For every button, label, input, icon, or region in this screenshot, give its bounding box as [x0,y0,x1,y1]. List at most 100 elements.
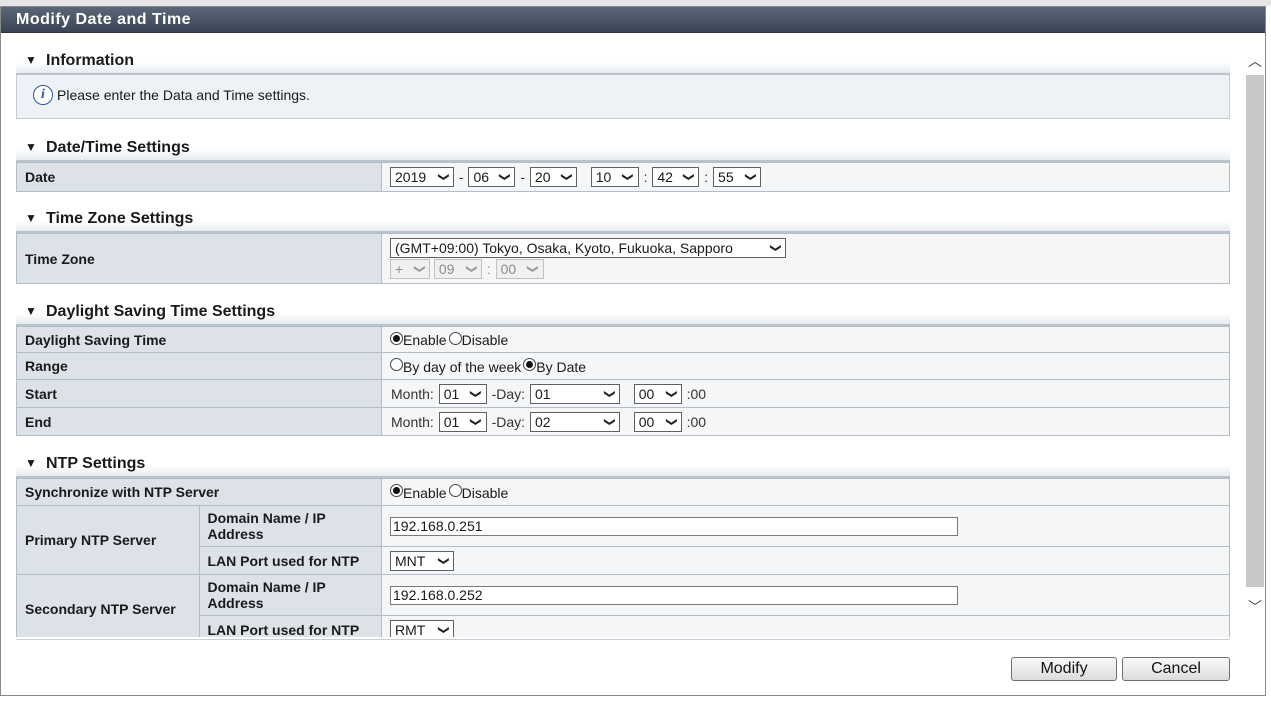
ntp-disable-label: Disable [461,484,509,501]
second-select[interactable]: 55 ❯ [713,167,762,187]
chevron-down-icon: ❯ [465,264,478,274]
start-day-select[interactable]: 01 ❯ [529,383,620,404]
range-week-radio[interactable] [390,358,403,372]
hour-value: 10 [595,169,612,185]
cancel-button[interactable]: Cancel [1122,657,1230,681]
start-day-value: 01 [534,385,551,402]
dst-value-cell: Enable Disable [381,326,1230,353]
end-day-select[interactable]: 02 ❯ [529,411,620,432]
primary-domain-row: Primary NTP Server Domain Name / IP Addr… [16,505,1230,575]
information-section: ▼ Information i Please enter the Data an… [16,49,1230,119]
chevron-down-icon: ❯ [437,555,450,566]
date-separator: - [458,169,464,185]
offset-minute-select: 00 ❯ [495,259,544,279]
triangle-down-icon: ▼ [25,304,37,318]
datetime-table: Date 2019 ❯ - 06 ❯ - 20 ❯ 10 ❯ : 42 ❯ : 55 ❯ [16,162,1230,192]
start-value-cell: Month: 01 ❯ -Day: 01 ❯ 00 ❯ :00 [381,379,1230,408]
scroll-up-icon[interactable]: ︿ [1247,53,1263,69]
month-select[interactable]: 06 ❯ [468,167,516,187]
day-select[interactable]: 20 ❯ [529,167,577,187]
end-day-value: 02 [534,413,551,430]
day-value: 20 [534,169,551,185]
dst-header[interactable]: ▼ Daylight Saving Time Settings [16,300,1230,326]
timezone-select[interactable]: (GMT+09:00) Tokyo, Osaka, Kyoto, Fukuoka… [390,238,786,258]
month-value: 06 [473,169,490,185]
chevron-down-icon: ❯ [526,264,539,274]
time-separator: : [643,169,648,185]
primary-port-value: MNT [395,552,426,569]
end-month-select[interactable]: 01 ❯ [438,411,487,432]
ntp-header[interactable]: ▼ NTP Settings [16,452,1230,478]
offset-separator: : [486,261,491,277]
chevron-down-icon: ❯ [560,172,573,182]
date-row: Date 2019 ❯ - 06 ❯ - 20 ❯ 10 ❯ : 42 ❯ : 55 ❯ [16,162,1230,192]
dst-section: ▼ Daylight Saving Time Settings Daylight… [16,300,1230,436]
chevron-down-icon: ❯ [437,172,450,182]
start-label: Start [16,379,382,408]
minute-zero-text: :00 [686,413,707,430]
timezone-header[interactable]: ▼ Time Zone Settings [16,207,1230,233]
secondary-port-select[interactable]: RMT ❯ [390,619,454,638]
dialog-content: ▼ Information i Please enter the Data an… [1,33,1245,637]
information-header[interactable]: ▼ Information [16,49,1230,75]
ntp-enable-label: Enable [403,484,447,501]
dst-end-row: End Month: 01 ❯ -Day: 02 ❯ 00 ❯ :00 [16,407,1230,436]
month-text: Month: [391,413,434,430]
secondary-address-input[interactable]: 192.168.0.252 [390,585,958,605]
chevron-down-icon: ❯ [665,388,678,399]
sync-value-cell: Enable Disable [381,478,1230,506]
info-message: Please enter the Data and Time settings. [57,87,310,103]
triangle-down-icon: ▼ [25,140,37,154]
section-title: Daylight Saving Time Settings [46,303,276,320]
datetime-header[interactable]: ▼ Date/Time Settings [16,136,1230,162]
scrollbar-thumb[interactable] [1246,75,1264,587]
ntp-disable-radio[interactable] [448,484,462,498]
dst-enable-label: Enable [403,332,447,349]
dialog-title: Modify Date and Time [1,7,1265,33]
chevron-down-icon: ❯ [413,264,426,274]
time-separator: : [704,169,709,185]
primary-port-select[interactable]: MNT ❯ [390,550,454,571]
triangle-down-icon: ▼ [25,211,37,225]
timezone-value-cell: (GMT+09:00) Tokyo, Osaka, Kyoto, Fukuoka… [381,233,1230,284]
dst-label: Daylight Saving Time [16,326,382,353]
section-title: Time Zone Settings [46,210,194,227]
ntp-sync-row: Synchronize with NTP Server Enable Disabl… [16,478,1230,506]
chevron-down-icon: ❯ [603,388,616,399]
footer-divider [16,639,1230,640]
chevron-down-icon: ❯ [470,416,483,427]
chevron-down-icon: ❯ [769,243,782,253]
offset-sign-select: + ❯ [390,259,430,279]
day-text: -Day: [491,385,526,402]
secondary-port-value: RMT [395,621,426,638]
domain-label: Domain Name / IP Address [198,574,382,616]
scroll-down-icon[interactable]: ﹀ [1247,599,1263,615]
start-month-select[interactable]: 01 ❯ [438,383,487,404]
year-select[interactable]: 2019 ❯ [390,167,454,187]
range-week-label: By day of the week [403,358,522,375]
date-separator: - [520,169,526,185]
hour-select[interactable]: 10 ❯ [590,167,639,187]
offset-hour-value: 09 [438,261,455,277]
timezone-value: (GMT+09:00) Tokyo, Osaka, Kyoto, Fukuoka… [395,240,733,256]
minute-select[interactable]: 42 ❯ [652,167,700,187]
start-hour-select[interactable]: 00 ❯ [633,383,682,404]
primary-address-input[interactable]: 192.168.0.251 [390,516,958,536]
chevron-down-icon: ❯ [682,172,695,182]
secondary-port-cell: RMT ❯ [381,615,1230,638]
range-date-radio[interactable] [523,358,537,372]
year-value: 2019 [395,169,427,185]
vertical-scrollbar[interactable]: ︿ ﹀ [1245,33,1265,637]
chevron-down-icon: ❯ [744,172,757,182]
dst-range-row: Range By day of the week By Date [16,352,1230,380]
dst-enable-radio[interactable] [390,331,403,345]
end-hour-select[interactable]: 00 ❯ [633,411,682,432]
modify-button[interactable]: Modify [1011,657,1117,681]
datetime-section: ▼ Date/Time Settings Date 2019 ❯ - 06 ❯ - … [16,136,1230,192]
end-month-value: 01 [443,413,460,430]
range-date-label: By Date [536,358,587,375]
ntp-enable-radio[interactable] [390,484,403,498]
dst-disable-radio[interactable] [448,331,462,345]
domain-label: Domain Name / IP Address [198,505,382,547]
offset-hour-select: 09 ❯ [433,259,482,279]
